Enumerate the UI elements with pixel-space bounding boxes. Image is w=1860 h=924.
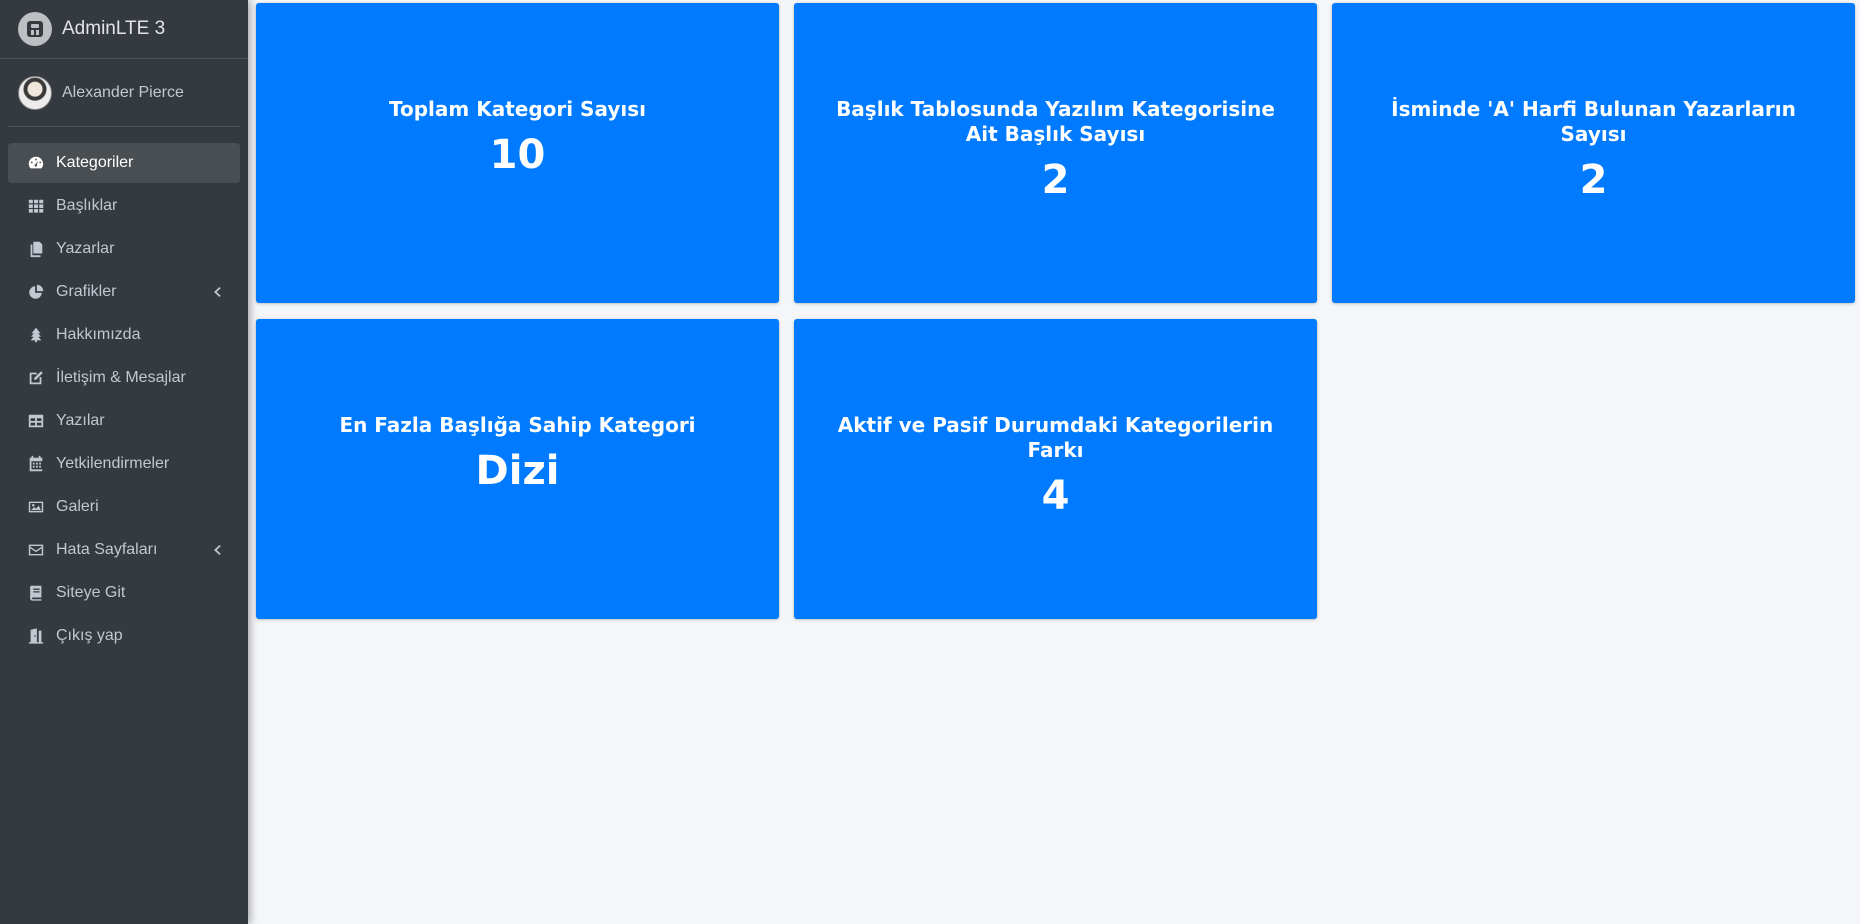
avatar <box>18 75 52 110</box>
sidebar-item-label: Yetkilendirmeler <box>56 455 170 472</box>
card-title: En Fazla Başlığa Sahip Kategori <box>339 413 696 437</box>
table-icon <box>26 411 46 431</box>
user-name: Alexander Pierce <box>62 83 184 101</box>
edit-icon <box>26 368 46 388</box>
stat-card-authors-with-a: İsminde 'A' Harfi Bulunan Yazarların Say… <box>1332 3 1855 303</box>
sidebar-item-label: Grafikler <box>56 283 117 300</box>
tree-icon <box>26 325 46 345</box>
sidebar-item-label: Hakkımızda <box>56 326 141 343</box>
book-icon <box>26 583 46 603</box>
sidebar-item-label: Hata Sayfaları <box>56 541 158 558</box>
sidebar-item-label: Yazarlar <box>56 240 115 257</box>
sidebar-item-hakkimizda[interactable]: Hakkımızda <box>8 315 240 355</box>
sidebar-item-label: İletişim & Mesajlar <box>56 369 186 386</box>
sidebar-item-label: Yazılar <box>56 412 105 429</box>
sidebar-item-label: Siteye Git <box>56 584 126 601</box>
sidebar-item-label: Galeri <box>56 498 99 515</box>
envelope-icon <box>26 540 46 560</box>
sidebar-item-iletisim[interactable]: İletişim & Mesajlar <box>8 358 240 398</box>
sidebar-item-basliklar[interactable]: Başlıklar <box>8 186 240 226</box>
card-value: 2 <box>1579 157 1608 203</box>
sidebar-item-yazilar[interactable]: Yazılar <box>8 401 240 441</box>
sidebar-item-hata-sayfalari[interactable]: Hata Sayfaları <box>8 530 240 570</box>
brand-title: AdminLTE 3 <box>62 18 166 39</box>
content-wrapper: Toplam Kategori Sayısı 10 Başlık Tablosu… <box>248 0 1860 924</box>
sidebar-item-yetkilendirmeler[interactable]: Yetkilendirmeler <box>8 444 240 484</box>
sidebar-item-grafikler[interactable]: Grafikler <box>8 272 240 312</box>
sidebar-item-galeri[interactable]: Galeri <box>8 487 240 527</box>
card-title: Aktif ve Pasif Durumdaki Kategorilerin F… <box>837 413 1274 462</box>
card-title: Başlık Tablosunda Yazılım Kategorisine A… <box>836 97 1275 146</box>
tachometer-icon <box>26 153 46 173</box>
th-grid-icon <box>26 196 46 216</box>
sidebar-item-yazarlar[interactable]: Yazarlar <box>8 229 240 269</box>
sidebar-item-label: Çıkış yap <box>56 627 123 644</box>
pie-chart-icon <box>26 282 46 302</box>
door-exit-icon <box>26 626 46 646</box>
stat-card-total-categories: Toplam Kategori Sayısı 10 <box>256 3 779 303</box>
card-value: 4 <box>1041 473 1070 519</box>
card-value: 10 <box>489 132 546 178</box>
image-icon <box>26 497 46 517</box>
main-sidebar: AdminLTE 3 Alexander Pierce Kategoriler … <box>0 0 248 924</box>
card-value: Dizi <box>475 448 560 494</box>
calendar-icon <box>26 454 46 474</box>
sidebar-item-kategoriler[interactable]: Kategoriler <box>8 143 240 183</box>
stat-card-software-titles: Başlık Tablosunda Yazılım Kategorisine A… <box>794 3 1317 303</box>
card-title: İsminde 'A' Harfi Bulunan Yazarların Say… <box>1391 97 1796 146</box>
user-panel[interactable]: Alexander Pierce <box>8 59 240 127</box>
card-value: 2 <box>1041 157 1070 203</box>
sidebar-nav: Kategoriler Başlıklar Yazarlar Grafikler <box>0 143 248 656</box>
sidebar-item-siteye-git[interactable]: Siteye Git <box>8 573 240 613</box>
chevron-left-icon <box>210 285 224 299</box>
chevron-left-icon <box>210 543 224 557</box>
adminlte-logo-icon <box>18 12 52 46</box>
sidebar-item-label: Başlıklar <box>56 197 118 214</box>
sidebar-item-cikis-yap[interactable]: Çıkış yap <box>8 616 240 656</box>
sidebar-item-label: Kategoriler <box>56 154 134 171</box>
card-title: Toplam Kategori Sayısı <box>389 97 646 121</box>
copy-icon <box>26 239 46 259</box>
stat-card-active-passive-diff: Aktif ve Pasif Durumdaki Kategorilerin F… <box>794 319 1317 619</box>
stat-card-top-category: En Fazla Başlığa Sahip Kategori Dizi <box>256 319 779 619</box>
brand-link[interactable]: AdminLTE 3 <box>0 0 248 59</box>
